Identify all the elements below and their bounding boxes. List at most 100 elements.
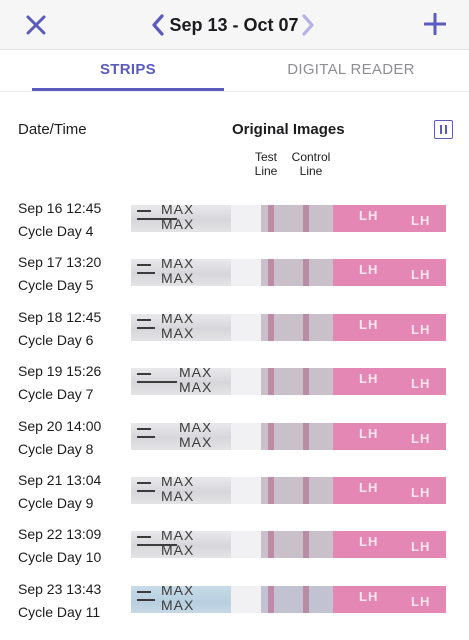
- strip-test-line: [268, 368, 274, 396]
- control-line-label: Control Line: [286, 150, 336, 178]
- strip-max-line-2: MAX: [161, 487, 195, 504]
- test-line-text: Test Line: [254, 150, 278, 178]
- row-cycle-day: Cycle Day 9: [18, 494, 94, 511]
- close-icon: [26, 15, 46, 35]
- row-cycle-day: Cycle Day 4: [18, 223, 94, 239]
- add-button[interactable]: [421, 10, 449, 38]
- next-period-button[interactable]: [298, 12, 318, 38]
- test-strip-image[interactable]: MAX MAX LH LH: [131, 205, 446, 232]
- test-strip-image[interactable]: MAX MAX LH LH: [131, 313, 446, 341]
- list-item[interactable]: Sep 22 13:09 Cycle Day 10 MAX MAX LH LH: [0, 522, 469, 576]
- strip-lh-text: LH: [411, 430, 431, 446]
- test-strip-image[interactable]: MAX MAX LH LH: [131, 585, 446, 613]
- strip-control-line: [303, 422, 309, 450]
- previous-period-button[interactable]: [148, 12, 168, 38]
- test-line-label: Test Line: [250, 150, 282, 178]
- strip-lh-text: LH: [359, 534, 379, 550]
- row-cycle-day: Cycle Day 10: [18, 549, 102, 566]
- strip-test-line: [268, 313, 274, 341]
- strip-test-line: [268, 476, 274, 504]
- list-item[interactable]: Sep 19 15:26 Cycle Day 7 MAX MAX LH LH: [0, 359, 469, 413]
- list-item[interactable]: Sep 23 13:43 Cycle Day 11 MAX MAX LH LH: [0, 577, 469, 631]
- tab-strips[interactable]: STRIPS: [32, 51, 224, 91]
- test-strip-image[interactable]: MAX MAX LH LH: [131, 259, 446, 287]
- pause-icon: [440, 125, 447, 134]
- row-cycle-day: Cycle Day 8: [18, 440, 94, 457]
- close-button[interactable]: [22, 11, 50, 39]
- list-item[interactable]: Sep 16 12:45 Cycle Day 4 MAX MAX LH LH: [0, 196, 469, 250]
- strip-max-text: MAX MAX: [179, 368, 212, 395]
- strip-control-line: [303, 313, 309, 341]
- strip-max-line-2: MAX: [161, 270, 195, 287]
- strip-test-line: [268, 205, 274, 232]
- list-item[interactable]: Sep 17 13:20 Cycle Day 5 MAX MAX LH LH: [0, 250, 469, 304]
- strip-lh-text: LH: [359, 208, 379, 223]
- strip-mark: [137, 435, 155, 438]
- strip-lh-text: LH: [359, 425, 379, 441]
- strip-test-line: [268, 531, 274, 559]
- list-item[interactable]: Sep 18 12:45 Cycle Day 6 MAX MAX LH LH: [0, 305, 469, 359]
- control-line-text: Control Line: [291, 150, 331, 178]
- strip-mark: [137, 326, 155, 329]
- row-date-time: Sep 20 14:00: [18, 417, 102, 434]
- strip-max-text: MAX MAX: [161, 531, 194, 558]
- row-date-time: Sep 19 15:26: [18, 363, 102, 380]
- strip-mark: [137, 272, 155, 275]
- strip-mark: [137, 318, 151, 321]
- strip-control-line: [303, 205, 309, 232]
- strip-lh-text: LH: [359, 262, 379, 278]
- test-strip-image[interactable]: MAX MAX LH LH: [131, 422, 446, 450]
- strip-absorbent: [231, 585, 261, 613]
- strip-mark: [137, 210, 151, 212]
- strip-lh-text: LH: [359, 316, 379, 332]
- test-strip-image[interactable]: MAX MAX LH LH: [131, 476, 446, 504]
- segmented-tabs: STRIPS DIGITAL READER: [0, 51, 469, 91]
- row-cycle-day: Cycle Day 5: [18, 277, 94, 294]
- strip-mark: [137, 373, 151, 376]
- strip-absorbent: [231, 313, 261, 341]
- row-date-time: Sep 17 13:20: [18, 254, 102, 271]
- row-date-time: Sep 21 13:04: [18, 471, 102, 488]
- chevron-left-icon: [152, 14, 164, 36]
- list-item[interactable]: Sep 21 13:04 Cycle Day 9 MAX MAX LH LH: [0, 468, 469, 522]
- strip-absorbent: [231, 368, 261, 396]
- strip-max-line-2: MAX: [179, 433, 213, 450]
- strip-lh-text: LH: [411, 539, 431, 555]
- strip-lh-text: LH: [411, 321, 431, 337]
- strip-max-line-2: MAX: [161, 324, 195, 341]
- strip-mark: [137, 381, 177, 384]
- strip-lh-text: LH: [359, 371, 379, 387]
- strip-absorbent: [231, 259, 261, 287]
- test-strip-image[interactable]: MAX MAX LH LH: [131, 531, 446, 559]
- strip-max-text: MAX MAX: [161, 205, 194, 232]
- original-images-header: Original Images: [232, 121, 345, 138]
- strip-max-text: MAX MAX: [161, 259, 194, 286]
- strip-control-line: [303, 476, 309, 504]
- plus-icon: [424, 13, 446, 35]
- strip-max-line-2: MAX: [161, 596, 195, 613]
- strip-lh-text: LH: [359, 588, 379, 604]
- strip-mark: [137, 264, 151, 267]
- strip-max-line-2: MAX: [161, 216, 195, 232]
- strip-control-line: [303, 531, 309, 559]
- strip-lh-text: LH: [411, 213, 431, 228]
- tab-digital-reader[interactable]: DIGITAL READER: [256, 51, 446, 91]
- pause-button[interactable]: [434, 120, 453, 139]
- strip-mark: [137, 427, 151, 430]
- strip-lh-text: LH: [411, 484, 431, 500]
- strip-lh-text: LH: [411, 376, 431, 392]
- strip-mark: [137, 481, 151, 484]
- strip-mark: [137, 489, 155, 492]
- list-item[interactable]: Sep 20 14:00 Cycle Day 8 MAX MAX LH LH: [0, 414, 469, 468]
- navigation-bar: Sep 13 - Oct 07: [0, 0, 469, 50]
- strip-max-text: MAX MAX: [179, 423, 212, 450]
- strip-control-line: [303, 368, 309, 396]
- row-date-time: Sep 22 13:09: [18, 526, 102, 543]
- tab-digital-reader-label: DIGITAL READER: [287, 61, 415, 78]
- strip-absorbent: [231, 531, 261, 559]
- strip-test-line: [268, 585, 274, 613]
- strips-list: Sep 16 12:45 Cycle Day 4 MAX MAX LH LH Sep 17 …: [0, 196, 469, 631]
- row-date-time: Sep 16 12:45: [18, 200, 102, 216]
- test-strip-image[interactable]: MAX MAX LH LH: [131, 368, 446, 396]
- row-date-time: Sep 23 13:43: [18, 580, 102, 597]
